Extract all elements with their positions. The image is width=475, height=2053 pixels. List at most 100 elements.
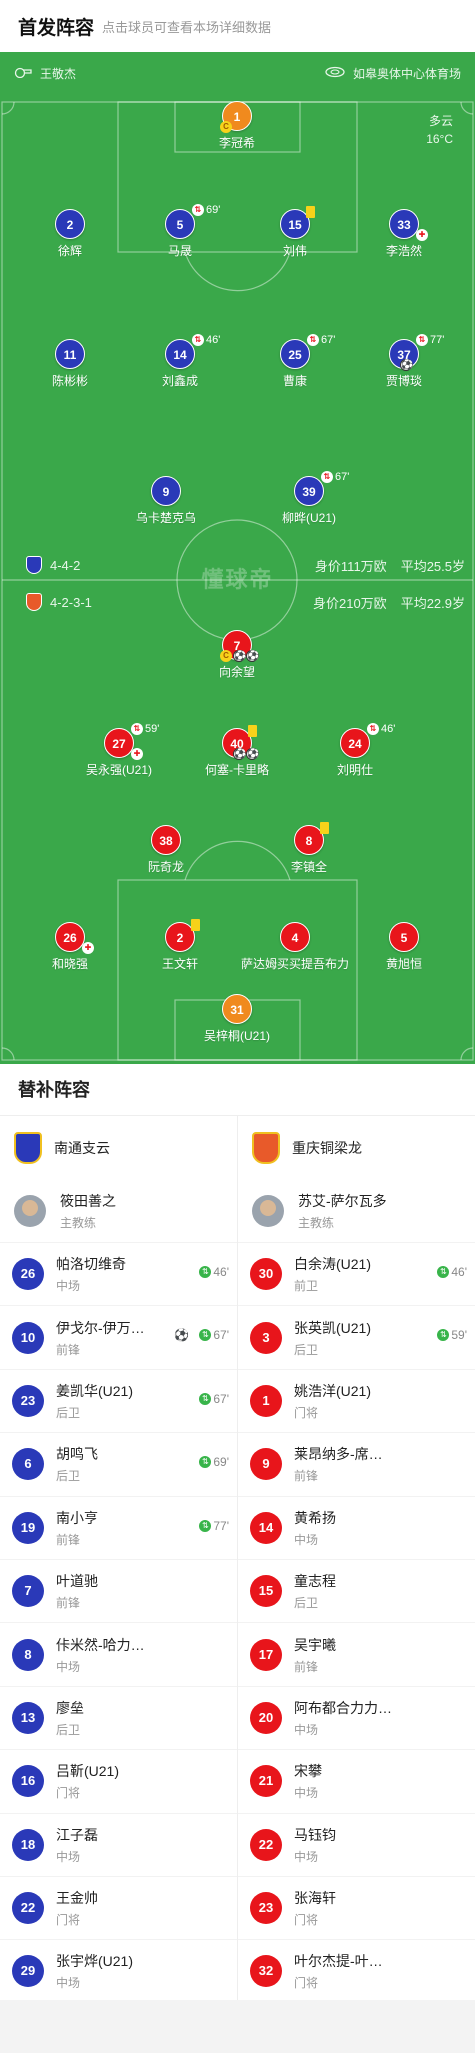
sub-player-row[interactable]: 21 宋攀 中场 xyxy=(238,1749,475,1812)
sub-player-row[interactable]: 13 廖垒 后卫 xyxy=(0,1685,237,1749)
coach-avatar xyxy=(252,1195,284,1227)
sub-player-row[interactable]: 23 姜凯华(U21) 后卫 ⇅ 67' xyxy=(0,1368,237,1432)
away-market-value: 身价210万欧 xyxy=(312,595,387,611)
referee-info: 王敬杰 xyxy=(14,65,76,82)
player-name: 宋攀 xyxy=(294,1763,322,1780)
player-number: 22 xyxy=(250,1828,282,1861)
sub-player-row[interactable]: 6 胡鸣飞 后卫 ⇅ 69' xyxy=(0,1432,237,1495)
player-number: 30 xyxy=(250,1258,282,1291)
referee-name: 王敬杰 xyxy=(40,66,77,81)
stadium-name: 如皋奥体中心体育场 xyxy=(352,66,461,81)
player-position: 门将 xyxy=(294,1913,319,1928)
player-name: 白余涛(U21) xyxy=(294,1256,372,1273)
player-name: 黄希扬 xyxy=(294,1509,336,1526)
away-team-logo-icon xyxy=(252,1132,280,1164)
player-name: 李浩然 xyxy=(385,244,422,258)
sub-player-row[interactable]: 17 吴宇曦 前锋 xyxy=(238,1622,475,1685)
away-player[interactable]: 7 C ⚽ ⚽ 向余望 xyxy=(172,630,302,688)
player-name: 姜凯华(U21) xyxy=(56,1382,134,1399)
sub-player-row[interactable]: 29 张宇烨(U21) 中场 xyxy=(0,1939,237,2002)
sub-player-row[interactable]: 10 伊戈尔-伊万… 前锋 ⚽ ⇅ 67' xyxy=(0,1305,237,1368)
sub-player-row[interactable]: 18 江子磊 中场 xyxy=(0,1812,237,1876)
weather-text: 多云 xyxy=(428,114,453,128)
sub-in-tag: ⇅ 46' xyxy=(199,1265,229,1279)
sub-player-row[interactable]: 15 童志程 后卫 xyxy=(238,1558,475,1622)
player-number: 9 xyxy=(151,476,181,506)
sub-minute: 69' xyxy=(213,1455,229,1470)
away-player[interactable]: 8 李镇全 xyxy=(244,822,374,883)
player-number: 8 xyxy=(12,1638,44,1671)
sub-out-icon: ⇅ xyxy=(192,204,204,216)
player-name: 阿布都合力力… xyxy=(294,1699,392,1716)
sub-out-tag: ⇅ 59' xyxy=(131,723,159,735)
home-player[interactable]: 39 ⇅ 67' 柳晔(U21) xyxy=(244,471,374,534)
player-position: 门将 xyxy=(56,1786,81,1801)
home-team-header[interactable]: 南通支云 xyxy=(0,1116,237,1180)
sub-player-row[interactable]: 8 佧米然-哈力… 中场 xyxy=(0,1622,237,1685)
player-name: 黄旭恒 xyxy=(385,957,422,971)
sub-minute: 46' xyxy=(451,1265,467,1279)
player-position: 后卫 xyxy=(56,1469,81,1484)
lineup-header: 首发阵容 点击球员可查看本场详细数据 xyxy=(0,0,475,52)
player-name: 阮奇龙 xyxy=(147,860,184,874)
sub-in-tag: ⇅ 59' xyxy=(437,1328,467,1342)
sub-player-row[interactable]: 3 张英凯(U21) 后卫 ⇅ 59' xyxy=(238,1305,475,1368)
home-subs-column: 南通支云 筱田善之 主教练 26 帕洛切维奇 中场 ⇅ 46' 10 伊戈尔-伊万… 前锋 ⚽ ⇅… xyxy=(0,1116,237,2003)
player-name: 叶尔杰提-叶… xyxy=(294,1953,383,1970)
sub-player-row[interactable]: 7 叶道驰 前锋 xyxy=(0,1558,237,1622)
away-player[interactable]: 31 吴梓桐(U21) xyxy=(172,994,302,1052)
away-player[interactable]: 24 ⇅ 46' 刘明仕 xyxy=(290,723,420,786)
away-player[interactable]: 2 王文轩 xyxy=(115,919,245,980)
home-player[interactable]: 1 C 李冠希 xyxy=(172,101,302,159)
goal-ball-icon: ⚽ xyxy=(174,1328,189,1343)
player-name: 柳晔(U21) xyxy=(281,511,336,525)
player-number: 32 xyxy=(250,1955,282,1988)
player-position: 后卫 xyxy=(294,1342,319,1357)
home-coach[interactable]: 筱田善之 主教练 xyxy=(0,1180,237,1242)
player-name: 吴宇曦 xyxy=(294,1636,336,1653)
home-player[interactable]: 9 乌卡楚克乌 xyxy=(101,476,231,534)
yellow-card-icon xyxy=(191,919,200,931)
sub-player-row[interactable]: 14 黄希扬 中场 xyxy=(238,1495,475,1559)
away-player[interactable]: 40 ⚽ ⚽ 何塞-卡里略 xyxy=(172,725,302,786)
home-team-name: 南通支云 xyxy=(54,1140,110,1156)
sub-player-row[interactable]: 9 莱昂纳多-席… 前锋 xyxy=(238,1432,475,1495)
away-player[interactable]: 38 阮奇龙 xyxy=(101,825,231,883)
coach-name: 筱田善之 xyxy=(60,1193,116,1209)
player-position: 前卫 xyxy=(294,1279,319,1294)
sub-player-row[interactable]: 22 王金帅 门将 xyxy=(0,1875,237,1939)
player-name: 吕靳(U21) xyxy=(56,1763,120,1780)
sub-player-row[interactable]: 32 叶尔杰提-叶… 门将 xyxy=(238,1939,475,2002)
player-name: 王金帅 xyxy=(56,1890,98,1907)
sub-in-tag: ⇅ 67' xyxy=(199,1392,229,1406)
pitch: 王敬杰 如皋奥体中心体育场 多云 16°C 懂球帝 4-4-2 身价111万欧 … xyxy=(0,52,475,1064)
sub-player-row[interactable]: 16 吕靳(U21) 门将 xyxy=(0,1749,237,1812)
away-player[interactable]: 5 黄旭恒 xyxy=(339,922,469,980)
away-player[interactable]: 27 ⇅ 59' ✚ 吴永强(U21) xyxy=(54,723,184,786)
temperature-text: 16°C xyxy=(426,132,453,146)
lineup-title: 首发阵容 xyxy=(18,17,95,39)
home-player[interactable]: 5 ⇅ 69' 马晟 xyxy=(115,204,245,267)
sub-player-row[interactable]: 1 姚浩洋(U21) 门将 xyxy=(238,1368,475,1432)
sub-player-row[interactable]: 23 张海轩 门将 xyxy=(238,1875,475,1939)
player-name: 张海轩 xyxy=(294,1890,336,1907)
sub-player-row[interactable]: 22 马钰钧 中场 xyxy=(238,1812,475,1876)
player-name: 张英凯(U21) xyxy=(294,1319,372,1336)
sub-player-row[interactable]: 26 帕洛切维奇 中场 ⇅ 46' xyxy=(0,1242,237,1305)
away-coach[interactable]: 苏艾-萨尔瓦多 主教练 xyxy=(238,1180,475,1242)
sub-player-row[interactable]: 19 南小亨 前锋 ⇅ 77' xyxy=(0,1495,237,1559)
home-player[interactable]: 33 ✚ 李浩然 xyxy=(339,209,469,267)
player-position: 前锋 xyxy=(294,1659,319,1674)
yellow-card-icon xyxy=(248,725,257,737)
player-position: 中场 xyxy=(56,1659,81,1674)
player-number: 20 xyxy=(250,1701,282,1734)
sub-player-row[interactable]: 30 白余涛(U21) 前卫 ⇅ 46' xyxy=(238,1242,475,1305)
home-player[interactable]: 37 ⇅ 77' ⚽ 贾博琰 xyxy=(339,334,469,397)
stadium-info: 如皋奥体中心体育场 xyxy=(325,65,461,82)
home-player[interactable]: 14 ⇅ 46' 刘鑫成 xyxy=(115,334,245,397)
sub-out-icon: ⇅ xyxy=(321,471,333,483)
away-team-header[interactable]: 重庆铜梁龙 xyxy=(238,1116,475,1180)
player-position: 后卫 xyxy=(56,1722,81,1737)
sub-player-row[interactable]: 20 阿布都合力力… 中场 xyxy=(238,1685,475,1749)
player-number: 39 xyxy=(294,476,324,506)
